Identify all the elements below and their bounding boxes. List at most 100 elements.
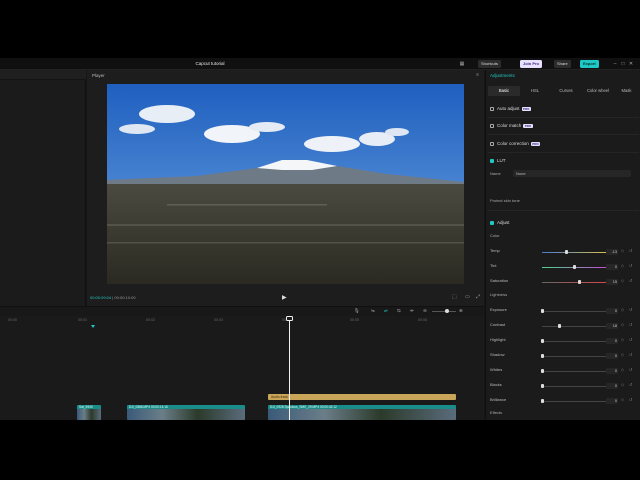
keyframe-icon[interactable]: ◇ xyxy=(621,397,624,402)
slider-tint[interactable]: Tint 0 ◇ ↺ xyxy=(490,263,638,271)
audio-clip[interactable]: Audio track xyxy=(268,394,456,400)
auto-adjust-checkbox[interactable] xyxy=(490,106,494,111)
link-icon[interactable]: ⇋ xyxy=(371,308,375,314)
color-correction-row[interactable]: Color correction PRO xyxy=(490,141,541,146)
reset-icon[interactable]: ↺ xyxy=(629,337,632,342)
layout-icon[interactable]: ▦ xyxy=(458,60,466,68)
slider-value-field[interactable]: 0 xyxy=(606,397,618,404)
slider-shadow[interactable]: Shadow 0 ◇ ↺ xyxy=(490,352,638,360)
tab-color-wheel[interactable]: Color wheel xyxy=(582,86,614,96)
slider-knob[interactable] xyxy=(540,353,544,358)
maximize-icon[interactable]: □ xyxy=(620,60,626,68)
slider-temp[interactable]: Temp -13 ◇ ↺ xyxy=(490,248,638,256)
slider-brilliance[interactable]: Brilliance 0 ◇ ↺ xyxy=(490,397,638,405)
slider-value-field[interactable]: 18 xyxy=(606,322,618,329)
slider-track[interactable] xyxy=(542,355,606,357)
lut-row[interactable]: LUT xyxy=(490,158,506,163)
keyframe-icon[interactable]: ◇ xyxy=(621,322,624,327)
zoom-in-icon[interactable]: ⊕ xyxy=(459,308,463,314)
slider-track[interactable] xyxy=(542,281,606,283)
player-menu-icon[interactable]: ≡ xyxy=(476,72,479,78)
playhead-handle[interactable] xyxy=(286,316,293,321)
adjust-row[interactable]: Adjust xyxy=(490,220,510,225)
slider-knob[interactable] xyxy=(540,398,544,403)
minimize-icon[interactable]: – xyxy=(612,60,618,68)
color-correction-checkbox[interactable] xyxy=(490,141,494,146)
lut-name-select[interactable]: None xyxy=(513,170,631,177)
tab-curves[interactable]: Curves xyxy=(550,86,582,96)
slider-contrast[interactable]: Contrast 18 ◇ ↺ xyxy=(490,322,638,330)
slider-knob[interactable] xyxy=(572,264,576,269)
keyframe-icon[interactable]: ◇ xyxy=(621,278,624,283)
video-clip[interactable]: Sat_5940 xyxy=(77,405,101,420)
slider-track[interactable] xyxy=(542,251,606,253)
slider-knob[interactable] xyxy=(577,279,581,284)
video-preview[interactable] xyxy=(107,84,464,284)
reset-icon[interactable]: ↺ xyxy=(629,307,632,312)
reset-icon[interactable]: ↺ xyxy=(629,322,632,327)
shortcuts-button[interactable]: Shortcuts xyxy=(478,60,501,68)
slider-value-field[interactable]: 0 xyxy=(606,307,618,314)
slider-whites[interactable]: Whites 0 ◇ ↺ xyxy=(490,367,638,375)
zoom-slider[interactable] xyxy=(432,311,456,312)
slider-value-field[interactable]: 0 xyxy=(606,337,618,344)
join-pro-button[interactable]: Join Pro xyxy=(520,60,543,68)
reset-icon[interactable]: ↺ xyxy=(629,278,632,283)
slider-track[interactable] xyxy=(542,340,606,342)
export-button[interactable]: Export xyxy=(580,60,599,68)
slider-value-field[interactable]: 0 xyxy=(606,263,618,270)
reset-icon[interactable]: ↺ xyxy=(629,248,632,253)
reset-icon[interactable]: ↺ xyxy=(629,352,632,357)
slider-track[interactable] xyxy=(542,325,606,327)
slider-knob[interactable] xyxy=(540,368,544,373)
slider-track[interactable] xyxy=(542,400,606,402)
keyframe-icon[interactable]: ◇ xyxy=(621,352,624,357)
zoom-knob[interactable] xyxy=(445,309,449,313)
snap-icon[interactable]: ⇆ xyxy=(397,308,401,314)
auto-adjust-row[interactable]: Auto adjust PRO xyxy=(490,106,532,111)
reset-icon[interactable]: ↺ xyxy=(629,382,632,387)
fullscreen-icon[interactable]: ⤢ xyxy=(476,294,480,300)
slider-blacks[interactable]: Blacks 0 ◇ ↺ xyxy=(490,382,638,390)
slider-track[interactable] xyxy=(542,310,606,312)
close-icon[interactable]: ✕ xyxy=(628,60,634,68)
microphone-icon[interactable]: 🎙 xyxy=(354,308,360,314)
tab-hsl[interactable]: HSL xyxy=(520,86,550,96)
share-button[interactable]: Share xyxy=(554,60,571,68)
keyframe-icon[interactable]: ◇ xyxy=(621,382,624,387)
lut-checkbox[interactable] xyxy=(490,158,494,163)
timeline[interactable]: 00:00 00:01 00:02 00:03 00:04 00:05 00:0… xyxy=(0,316,484,420)
reset-icon[interactable]: ↺ xyxy=(629,263,632,268)
zoom-out-icon[interactable]: ⊖ xyxy=(423,308,427,314)
slider-knob[interactable] xyxy=(540,338,544,343)
slider-knob[interactable] xyxy=(540,383,544,388)
slider-saturation[interactable]: Saturation 15 ◇ ↺ xyxy=(490,278,638,286)
magnet-icon[interactable]: ⇌ xyxy=(384,308,388,314)
keyframe-icon[interactable]: ◇ xyxy=(621,367,624,372)
slider-knob[interactable] xyxy=(540,308,544,313)
color-match-row[interactable]: Color match PRO xyxy=(490,123,533,128)
slider-track[interactable] xyxy=(542,385,606,387)
keyframe-icon[interactable]: ◇ xyxy=(621,337,624,342)
keyframe-icon[interactable]: ◇ xyxy=(621,248,624,253)
slider-exposure[interactable]: Exposure 0 ◇ ↺ xyxy=(490,307,638,315)
slider-track[interactable] xyxy=(542,370,606,372)
slider-value-field[interactable]: 0 xyxy=(606,382,618,389)
tab-mask[interactable]: Mask xyxy=(614,86,639,96)
slider-highlight[interactable]: Highlight 0 ◇ ↺ xyxy=(490,337,638,345)
tab-basic[interactable]: Basic xyxy=(488,86,520,96)
slider-knob[interactable] xyxy=(564,249,568,254)
keyframe-icon[interactable]: ◇ xyxy=(621,307,624,312)
video-clip[interactable]: DJI_0886.MP4 00:00:14:16 xyxy=(127,405,245,420)
slider-knob[interactable] xyxy=(558,323,562,328)
color-match-checkbox[interactable] xyxy=(490,123,494,128)
playhead[interactable] xyxy=(289,316,290,420)
adjust-checkbox[interactable] xyxy=(490,220,494,225)
keyframe-icon[interactable]: ◇ xyxy=(621,263,624,268)
slider-value-field[interactable]: 0 xyxy=(606,367,618,374)
marker-icon[interactable] xyxy=(91,325,95,328)
slider-value-field[interactable]: 15 xyxy=(606,278,618,285)
slider-value-field[interactable]: -13 xyxy=(606,248,618,255)
play-icon[interactable]: ▶ xyxy=(282,294,287,301)
video-clip[interactable]: DJI_0928 Spacious_SME_29.MP4 00:00:42:12 xyxy=(268,405,456,420)
